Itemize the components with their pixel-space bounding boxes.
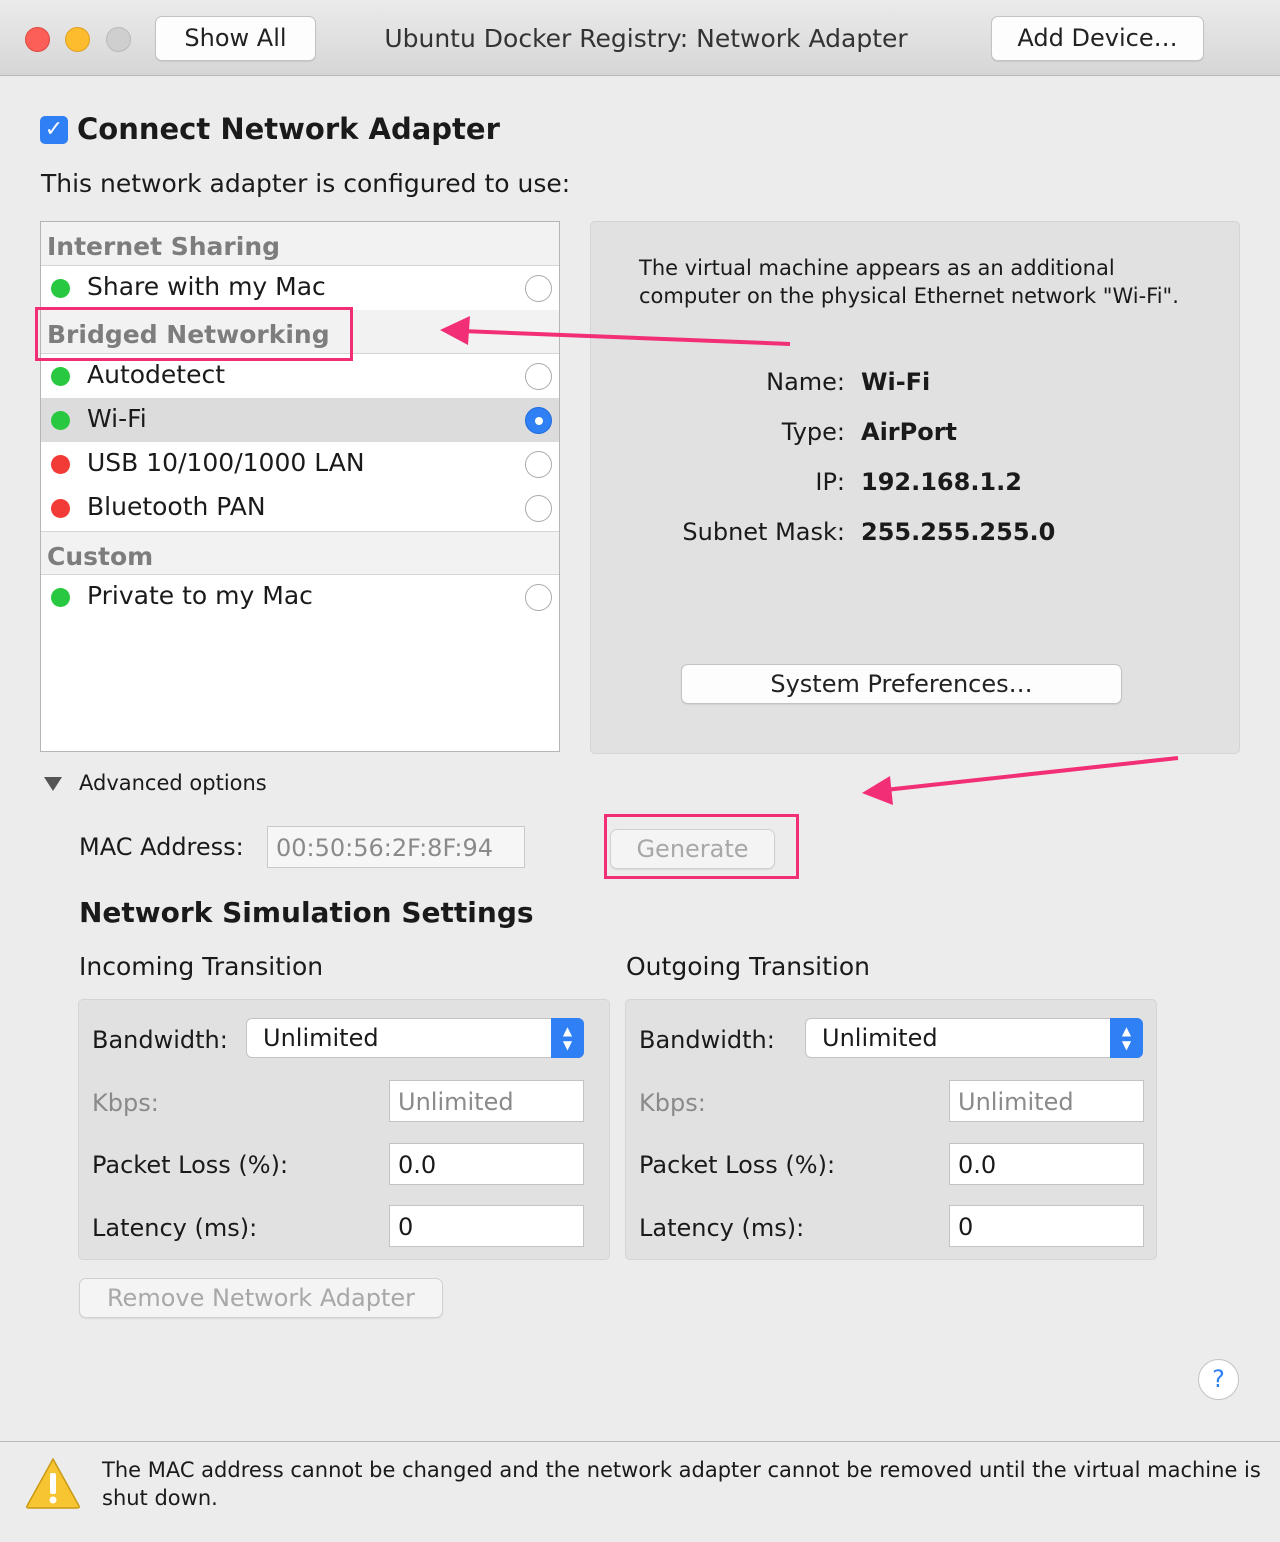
select-value: Unlimited xyxy=(263,1024,379,1052)
kbps-label: Kbps: xyxy=(92,1089,159,1117)
outgoing-title: Outgoing Transition xyxy=(626,952,870,981)
remove-network-adapter-button[interactable]: Remove Network Adapter xyxy=(79,1278,443,1318)
incoming-panel: Bandwidth: Unlimited ▲ ▼ Kbps: Unlimited … xyxy=(78,999,610,1260)
outgoing-latency-field[interactable]: 0 xyxy=(949,1205,1144,1247)
warning-text: The MAC address cannot be changed and th… xyxy=(102,1458,1261,1510)
select-value: Unlimited xyxy=(822,1024,938,1052)
simulation-title: Network Simulation Settings xyxy=(79,896,534,929)
bandwidth-label: Bandwidth: xyxy=(92,1026,228,1054)
annotation-arrow-line xyxy=(461,329,791,346)
outgoing-kbps-field[interactable]: Unlimited xyxy=(949,1080,1144,1122)
outgoing-panel: Bandwidth: Unlimited ▲ ▼ Kbps: Unlimited … xyxy=(625,999,1157,1260)
incoming-bandwidth-select[interactable]: Unlimited ▲ ▼ xyxy=(246,1018,584,1058)
chevron-updown-icon: ▲ ▼ xyxy=(551,1018,584,1058)
incoming-latency-field[interactable]: 0 xyxy=(389,1205,584,1247)
annotation-arrowhead xyxy=(862,776,893,805)
warning-icon xyxy=(26,1457,80,1509)
outgoing-packet-loss-field[interactable]: 0.0 xyxy=(949,1143,1144,1185)
incoming-kbps-field[interactable]: Unlimited xyxy=(389,1080,584,1122)
incoming-packet-loss-field[interactable]: 0.0 xyxy=(389,1143,584,1185)
latency-label: Latency (ms): xyxy=(92,1214,258,1242)
annotation-arrow-line xyxy=(884,756,1179,792)
packet-loss-label: Packet Loss (%): xyxy=(92,1151,289,1179)
outgoing-bandwidth-select[interactable]: Unlimited ▲ ▼ xyxy=(805,1018,1143,1058)
packet-loss-label: Packet Loss (%): xyxy=(639,1151,836,1179)
latency-label: Latency (ms): xyxy=(639,1214,805,1242)
help-button[interactable]: ? xyxy=(1198,1359,1239,1400)
annotation-arrowhead xyxy=(440,316,470,345)
incoming-title: Incoming Transition xyxy=(79,952,324,981)
chevron-updown-icon: ▲ ▼ xyxy=(1110,1018,1143,1058)
kbps-label: Kbps: xyxy=(639,1089,706,1117)
warning-footer: The MAC address cannot be changed and th… xyxy=(0,1441,1280,1542)
bandwidth-label: Bandwidth: xyxy=(639,1026,775,1054)
